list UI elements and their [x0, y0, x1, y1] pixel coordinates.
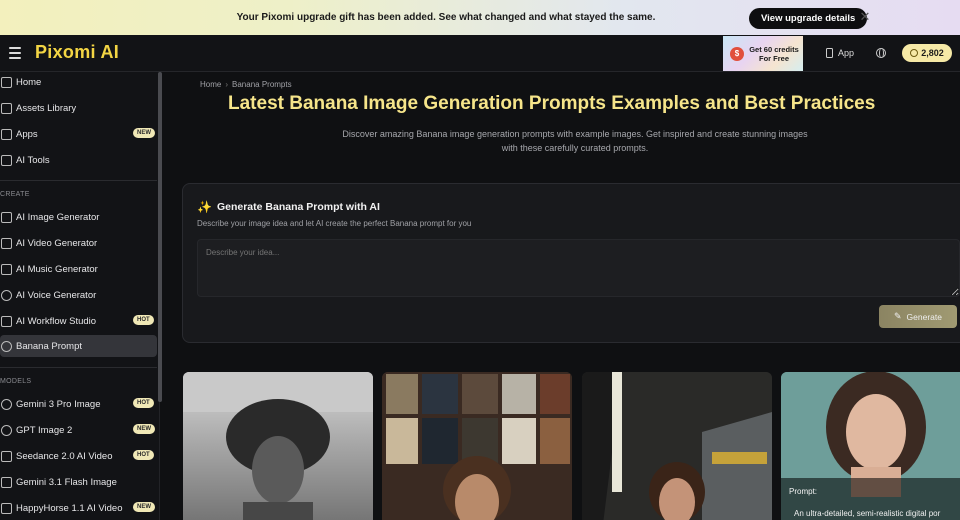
sidebar-item-label: Home — [16, 76, 42, 88]
generator-description: Describe your image idea and let AI crea… — [197, 219, 472, 228]
magic-wand-icon: ✎ — [894, 311, 902, 321]
phone-icon — [826, 48, 833, 58]
sidebar-item-label: GPT Image 2 — [16, 424, 73, 436]
records-image — [382, 372, 572, 520]
coin-icon — [910, 49, 919, 57]
home-icon — [1, 76, 12, 88]
sidebar-item-label: Apps — [16, 128, 38, 140]
openai-icon — [1, 424, 12, 436]
prompt-image-card[interactable] — [582, 372, 772, 520]
sidebar-item-ai-tools[interactable]: AI Tools — [0, 149, 157, 171]
workflow-icon — [1, 315, 12, 327]
sidebar-item-label: AI Image Generator — [16, 211, 100, 223]
page-subtitle: Discover amazing Banana image generation… — [342, 129, 808, 153]
top-header — [0, 35, 960, 72]
sidebar-item-label: Assets Library — [16, 102, 77, 114]
prompt-image-card[interactable] — [382, 372, 572, 520]
image-icon — [1, 476, 12, 488]
tools-icon — [1, 154, 12, 166]
section-create: CREATE — [0, 191, 30, 198]
credits-badge[interactable]: 2,802 — [902, 44, 952, 62]
image-icon — [1, 211, 12, 223]
portrait-image — [183, 372, 373, 520]
hot-badge: HOT — [133, 450, 154, 460]
subway-image — [582, 372, 772, 520]
sidebar-item-label: AI Video Generator — [16, 237, 98, 249]
breadcrumb-current: Banana Prompts — [232, 80, 292, 89]
promo-text: Get 60 credits For Free — [749, 44, 799, 63]
sidebar-item-ai-video-generator[interactable]: AI Video Generator — [0, 232, 157, 254]
idea-input[interactable] — [197, 239, 960, 297]
section-models: MODELS — [0, 378, 32, 385]
google-icon — [1, 398, 12, 410]
hot-badge: HOT — [133, 315, 154, 325]
sidebar-item-label: AI Music Generator — [16, 263, 98, 275]
globe-icon[interactable] — [876, 48, 886, 58]
sidebar-item-label: AI Voice Generator — [16, 289, 97, 301]
page-title: Latest Banana Image Generation Prompts E… — [228, 93, 876, 114]
sidebar-item-ai-voice-generator[interactable]: AI Voice Generator — [0, 284, 157, 306]
app-label: App — [838, 48, 855, 58]
generator-title-text: Generate Banana Prompt with AI — [216, 201, 380, 213]
sidebar-scrollbar[interactable] — [158, 72, 162, 402]
sidebar-item-gemini-3-1-flash-image[interactable]: Gemini 3.1 Flash Image — [0, 471, 157, 493]
banner-text: Your Pixomi upgrade gift has been added.… — [236, 12, 656, 23]
breadcrumb: Home › Banana Prompts — [200, 80, 292, 89]
view-upgrade-details-button[interactable]: View upgrade details — [749, 8, 868, 29]
sidebar-item-label: HappyHorse 1.1 AI Video — [16, 502, 123, 514]
chevron-right-icon: › — [225, 80, 229, 89]
credits-count: 2,802 — [921, 48, 944, 58]
new-badge: NEW — [133, 502, 155, 512]
app-link[interactable]: App — [826, 48, 854, 58]
folder-icon — [1, 102, 12, 114]
close-icon[interactable]: ✕ — [858, 9, 872, 25]
prompt-image-card[interactable] — [183, 372, 373, 520]
video-icon — [1, 237, 12, 249]
sidebar-item-ai-music-generator[interactable]: AI Music Generator — [0, 258, 157, 280]
horse-icon — [1, 502, 12, 514]
sidebar-item-assets-library[interactable]: Assets Library — [0, 97, 157, 119]
sidebar-item-banana-prompt[interactable]: Banana Prompt — [0, 335, 157, 357]
new-badge: NEW — [133, 424, 155, 434]
bulb-icon — [1, 340, 12, 352]
sparkle-icon: ✨ — [197, 200, 212, 214]
sidebar-item-label: Gemini 3.1 Flash Image — [16, 476, 117, 488]
new-badge: NEW — [133, 128, 155, 138]
sidebar-item-label: Seedance 2.0 AI Video — [16, 450, 113, 462]
apps-icon — [1, 128, 12, 140]
sidebar-divider — [0, 180, 157, 181]
sidebar-item-label: Gemini 3 Pro Image — [16, 398, 101, 410]
logo[interactable]: Pixomi AI — [35, 42, 119, 63]
breadcrumb-home[interactable]: Home — [200, 80, 221, 89]
hot-badge: HOT — [133, 398, 154, 408]
sidebar-item-label: AI Workflow Studio — [16, 315, 97, 327]
coin-promo-icon: $ — [730, 46, 744, 61]
generator-title: ✨ Generate Banana Prompt with AI — [197, 200, 380, 214]
generate-label: Generate — [906, 311, 942, 322]
seedance-icon — [1, 450, 12, 462]
sidebar-item-home[interactable]: Home — [0, 71, 157, 93]
sidebar-item-label: Banana Prompt — [16, 340, 83, 352]
sidebar-item-ai-image-generator[interactable]: AI Image Generator — [0, 206, 157, 228]
music-icon — [1, 263, 12, 275]
mic-icon — [1, 289, 12, 301]
promo-banner[interactable]: $ Get 60 credits For Free — [723, 36, 803, 71]
generate-button[interactable]: ✎ Generate — [879, 305, 957, 328]
sidebar-item-label: AI Tools — [16, 154, 50, 166]
sidebar-divider — [0, 367, 157, 368]
prompt-preview-text: An ultra-detailed, semi-realistic digita… — [794, 509, 941, 518]
prompt-label: Prompt: — [789, 487, 818, 496]
menu-icon[interactable] — [9, 47, 21, 59]
